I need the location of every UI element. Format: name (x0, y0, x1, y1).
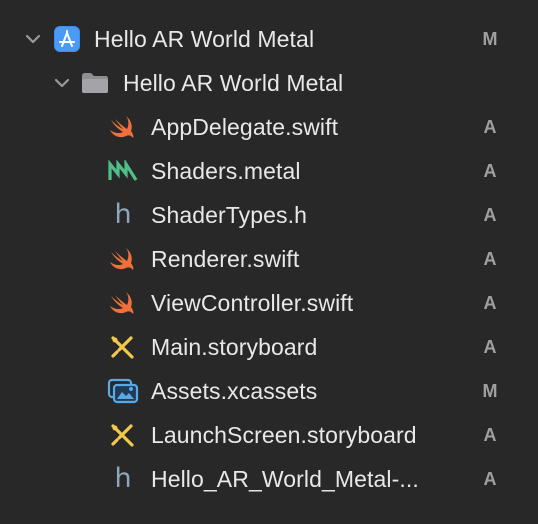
file-name: Assets.xcassets (151, 377, 318, 404)
project-row[interactable]: Hello AR World Metal M (0, 17, 538, 61)
storyboard-icon (107, 419, 139, 451)
file-row[interactable]: AppDelegate.swift A (0, 105, 538, 149)
status-badge: A (483, 292, 497, 313)
status-badge: M (482, 28, 498, 49)
file-row[interactable]: h Hello_AR_World_Metal-... A (0, 457, 538, 501)
status-badge: A (483, 336, 497, 357)
group-name: Hello AR World Metal (123, 69, 344, 96)
swift-icon (107, 243, 139, 275)
xcode-project-icon (51, 23, 83, 55)
file-row[interactable]: Assets.xcassets M (0, 369, 538, 413)
file-row[interactable]: LaunchScreen.storyboard A (0, 413, 538, 457)
folder-icon (79, 67, 111, 99)
file-row[interactable]: Main.storyboard A (0, 325, 538, 369)
file-row[interactable]: Renderer.swift A (0, 237, 538, 281)
header-h-icon: h (114, 462, 132, 494)
header-h-icon: h (114, 198, 132, 230)
file-row[interactable]: ViewController.swift A (0, 281, 538, 325)
chevron-down-icon[interactable] (52, 73, 72, 93)
file-row[interactable]: h ShaderTypes.h A (0, 193, 538, 237)
file-name: Hello_AR_World_Metal-... (151, 465, 419, 492)
status-badge: A (483, 160, 497, 181)
storyboard-icon (107, 331, 139, 363)
project-navigator: Hello AR World Metal M Hello AR World Me… (0, 17, 538, 501)
status-badge: A (483, 468, 497, 489)
file-name: LaunchScreen.storyboard (151, 421, 417, 448)
project-name: Hello AR World Metal (94, 25, 315, 52)
file-name: AppDelegate.swift (151, 113, 339, 140)
file-name: Shaders.metal (151, 157, 301, 184)
metal-icon (107, 155, 139, 187)
status-badge: A (483, 248, 497, 269)
asset-catalog-icon (107, 375, 139, 407)
file-name: Main.storyboard (151, 333, 318, 360)
file-name: ViewController.swift (151, 289, 354, 316)
file-name: ShaderTypes.h (151, 201, 308, 228)
swift-icon (107, 111, 139, 143)
status-badge: M (482, 380, 498, 401)
file-name: Renderer.swift (151, 245, 300, 272)
status-badge: A (483, 424, 497, 445)
group-row[interactable]: Hello AR World Metal (0, 61, 538, 105)
file-row[interactable]: Shaders.metal A (0, 149, 538, 193)
chevron-down-icon[interactable] (23, 29, 43, 49)
swift-icon (107, 287, 139, 319)
status-badge: A (483, 116, 497, 137)
status-badge: A (483, 204, 497, 225)
